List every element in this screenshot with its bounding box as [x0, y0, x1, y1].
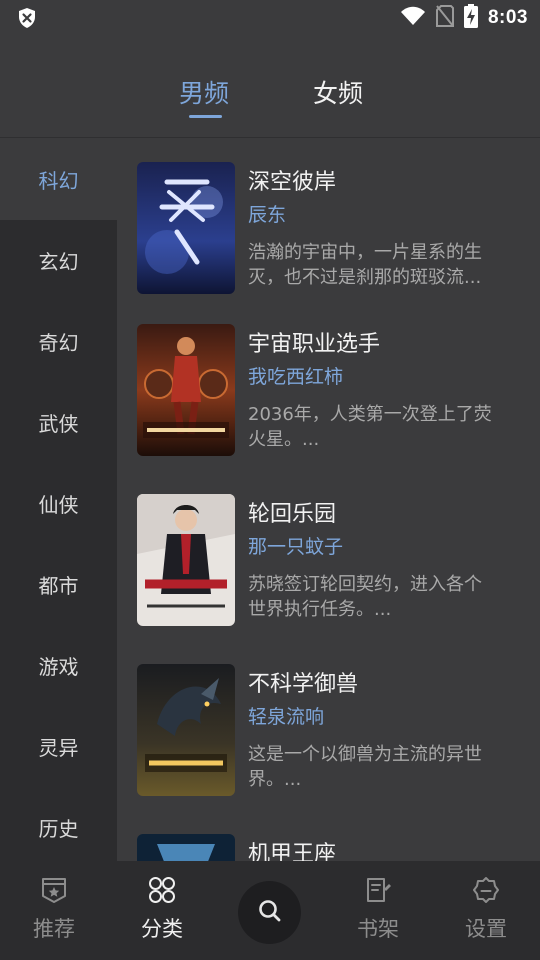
grid-icon	[148, 876, 176, 904]
list-item[interactable]: 宇宙职业选手 我吃西红柿 2036年，人类第一次登上了荧 火星。...	[137, 324, 527, 464]
category-item-wuxia[interactable]: 武侠	[0, 382, 117, 463]
gender-tabs: 男频 女频	[0, 36, 540, 138]
book-description: 这是一个以御兽为主流的异世 界。...	[248, 744, 482, 790]
book-description: 2036年，人类第一次登上了荧 火星。...	[248, 404, 492, 450]
list-item[interactable]: 机甲王座	[137, 834, 527, 861]
category-item-game[interactable]: 游戏	[0, 625, 117, 706]
bottom-nav: 推荐 分类 书架 设置	[0, 861, 540, 960]
book-description: 浩瀚的宇宙中，一片星系的生 灭，也不过是刹那的斑驳流...	[248, 242, 482, 288]
category-item-scifi[interactable]: 科幻	[0, 139, 117, 220]
book-author[interactable]: 轻泉流响	[248, 702, 324, 729]
book-cover	[137, 162, 235, 294]
category-item-xuanhuan[interactable]: 玄幻	[0, 220, 117, 301]
nav-label: 推荐	[33, 917, 75, 941]
nav-item-bookshelf[interactable]: 书架	[324, 861, 432, 960]
list-item[interactable]: 轮回乐园 那一只蚊子 苏晓签订轮回契约，进入各个 世界执行任务。...	[137, 494, 527, 634]
no-sim-icon	[435, 5, 454, 31]
shield-icon	[16, 7, 38, 29]
book-author[interactable]: 辰东	[248, 200, 286, 227]
search-button[interactable]	[238, 881, 301, 944]
tab-indicator	[189, 115, 222, 118]
nav-label: 书架	[357, 917, 399, 941]
book-title: 不科学御兽	[248, 672, 359, 697]
star-badge-icon	[40, 876, 68, 904]
book-title: 宇宙职业选手	[248, 332, 381, 357]
nav-item-recommend[interactable]: 推荐	[0, 861, 108, 960]
category-item-supernatural[interactable]: 灵异	[0, 706, 117, 787]
list-item[interactable]: 不科学御兽 轻泉流响 这是一个以御兽为主流的异世 界。...	[137, 664, 527, 804]
book-title: 深空彼岸	[248, 170, 337, 195]
book-author[interactable]: 我吃西红柿	[248, 362, 343, 389]
nav-label: 设置	[465, 917, 507, 941]
category-item-fantasy[interactable]: 奇幻	[0, 301, 117, 382]
nav-item-category[interactable]: 分类	[108, 861, 216, 960]
battery-charging-icon	[463, 4, 478, 32]
bookshelf-icon	[364, 876, 392, 904]
book-title: 轮回乐园	[248, 502, 337, 527]
book-list: 深空彼岸 辰东 浩瀚的宇宙中，一片星系的生 灭，也不过是刹那的斑驳流... 宇宙…	[117, 139, 540, 861]
status-time: 8:03	[487, 7, 528, 28]
wifi-icon	[400, 6, 426, 30]
tab-male[interactable]: 男频	[179, 74, 229, 110]
nav-label: 分类	[141, 917, 183, 941]
book-description: 苏晓签订轮回契约，进入各个 世界执行任务。...	[248, 574, 482, 620]
book-author[interactable]: 那一只蚊子	[248, 532, 343, 559]
status-bar: 8:03	[0, 0, 540, 36]
tab-female[interactable]: 女频	[313, 74, 363, 110]
nav-item-settings[interactable]: 设置	[432, 861, 540, 960]
book-cover	[137, 834, 235, 861]
category-sidebar: 科幻 玄幻 奇幻 武侠 仙侠 都市 游戏 灵异 历史	[0, 139, 117, 861]
category-item-xianxia[interactable]: 仙侠	[0, 463, 117, 544]
category-item-urban[interactable]: 都市	[0, 544, 117, 625]
book-title: 机甲王座	[248, 842, 337, 861]
search-icon	[257, 898, 283, 928]
book-cover	[137, 494, 235, 626]
gear-icon	[472, 876, 500, 904]
category-item-history[interactable]: 历史	[0, 787, 117, 868]
book-cover	[137, 664, 235, 796]
book-cover	[137, 324, 235, 456]
list-item[interactable]: 深空彼岸 辰东 浩瀚的宇宙中，一片星系的生 灭，也不过是刹那的斑驳流...	[137, 162, 527, 302]
